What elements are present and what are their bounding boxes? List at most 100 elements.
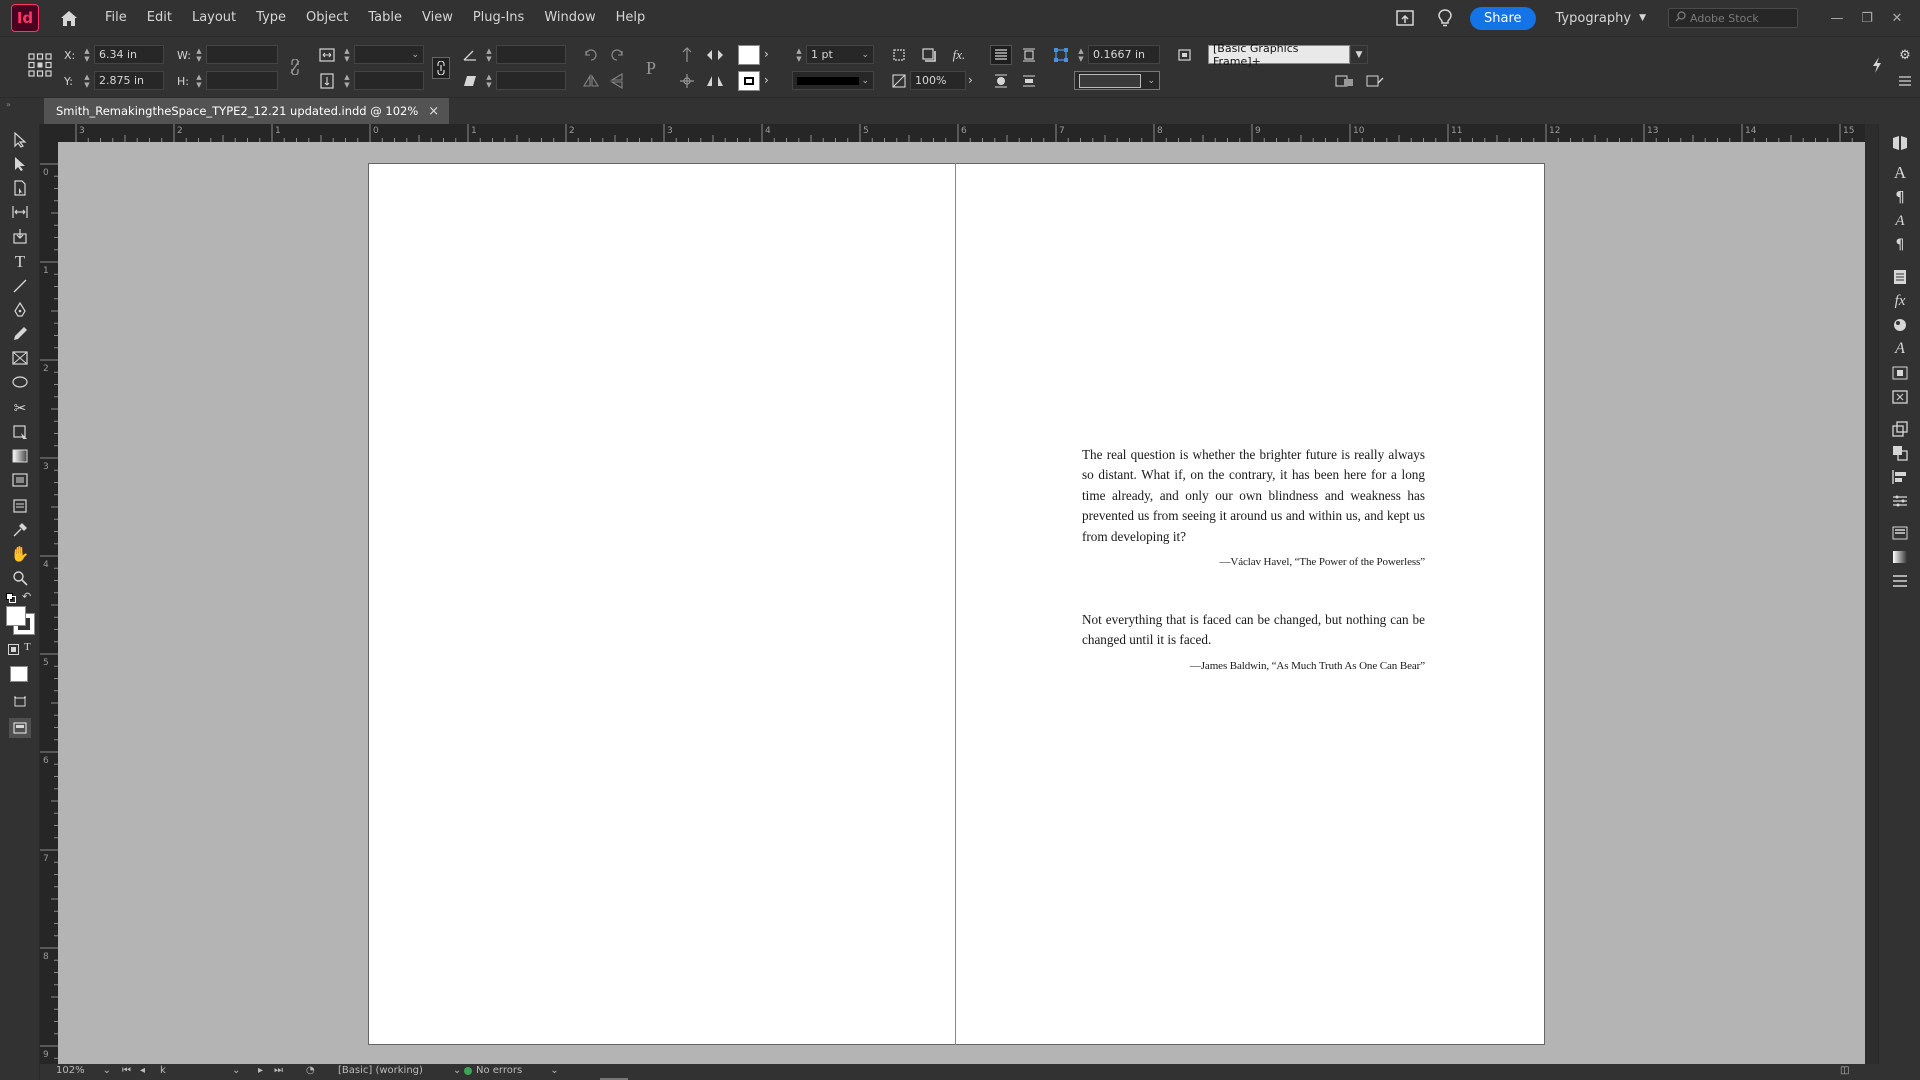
home-icon[interactable] xyxy=(57,6,81,30)
selection-tool-icon[interactable] xyxy=(10,130,30,150)
clear-non-style-icon[interactable] xyxy=(1364,71,1386,91)
open-document-icon[interactable]: ◔ xyxy=(306,1065,315,1076)
select-previous-object-icon[interactable] xyxy=(704,45,726,65)
cc-libraries-icon[interactable] xyxy=(1889,132,1911,154)
text-wrap-bbox-icon[interactable] xyxy=(1018,45,1040,65)
text-wrap-none-icon[interactable] xyxy=(990,45,1012,65)
pages-panel-icon[interactable] xyxy=(1889,266,1911,288)
paragraph-panel-icon[interactable]: ¶ xyxy=(1889,186,1911,208)
formatting-text-icon[interactable]: T xyxy=(24,641,31,653)
h-field[interactable] xyxy=(206,71,278,90)
next-page-icon[interactable]: ▸ xyxy=(258,1065,263,1076)
scale-y-field[interactable] xyxy=(354,71,424,90)
w-field[interactable] xyxy=(206,45,278,64)
vertical-ruler[interactable]: 0 1 2 3 4 5 6 7 8 9 xyxy=(40,124,58,1064)
stroke-menu-arrow-icon[interactable]: › xyxy=(764,73,769,87)
effects-panel-icon[interactable]: fx xyxy=(1889,290,1911,312)
opacity-field[interactable]: 100% xyxy=(910,71,966,90)
corner-shape-field[interactable]: ⌄ xyxy=(1074,71,1160,90)
align-panel-icon[interactable] xyxy=(1889,466,1911,488)
x-field[interactable]: 6.34 in xyxy=(94,45,164,64)
preflight-profile-control[interactable]: [Basic] (working) ⌄ xyxy=(338,1065,461,1076)
text-wrap-shape-icon[interactable] xyxy=(990,71,1012,91)
page-spread[interactable] xyxy=(368,163,1545,1045)
fitting-frame-icon[interactable] xyxy=(888,45,910,65)
split-layout-icon[interactable]: ◫ xyxy=(1840,1065,1849,1076)
menu-plugins[interactable]: Plug-Ins xyxy=(463,0,534,36)
gradient-panel-icon[interactable] xyxy=(1889,546,1911,568)
screen-mode-preview-icon[interactable] xyxy=(9,718,31,738)
object-style-chevron[interactable]: ▼ xyxy=(1350,45,1368,64)
last-page-icon[interactable]: ⏭ xyxy=(274,1065,283,1076)
stroke-weight-field[interactable]: 1 pt ⌄ xyxy=(806,45,874,64)
object-style-icon[interactable] xyxy=(1174,45,1196,65)
rotate-ccw-icon[interactable] xyxy=(606,45,628,65)
pencil-tool-icon[interactable] xyxy=(10,324,30,344)
character-styles-icon[interactable]: A xyxy=(1889,210,1911,232)
workspace-switcher[interactable]: Typography ▼ xyxy=(1556,11,1646,26)
menu-table[interactable]: Table xyxy=(358,0,412,36)
w-stepper[interactable]: ▲ ▼ xyxy=(194,45,204,64)
document-tab[interactable]: Smith_RemakingtheSpace_TYPE2_12.21 updat… xyxy=(44,98,450,124)
rectangle-frame-tool-icon[interactable] xyxy=(10,348,30,368)
glyphs-panel-icon[interactable]: A xyxy=(1889,338,1911,360)
object-style-dropdown[interactable]: [Basic Graphics Frame]+ xyxy=(1208,42,1350,68)
menu-object[interactable]: Object xyxy=(296,0,358,36)
more-panels-icon[interactable] xyxy=(1889,570,1911,592)
constrain-proportions-icon[interactable] xyxy=(284,57,306,77)
quote-block-2[interactable]: Not everything that is faced can be chan… xyxy=(1082,610,1425,673)
paragraph-styles-icon[interactable]: ¶ xyxy=(1889,234,1911,256)
menu-layout[interactable]: Layout xyxy=(182,0,246,36)
minimize-icon[interactable]: — xyxy=(1822,11,1852,26)
close-window-icon[interactable]: ✕ xyxy=(1882,11,1912,26)
drop-shadow-icon[interactable] xyxy=(918,45,940,65)
eyedropper-tool-icon[interactable] xyxy=(10,520,30,540)
menu-window[interactable]: Window xyxy=(534,0,605,36)
rotate-cw-icon[interactable] xyxy=(580,45,602,65)
restore-icon[interactable]: ❐ xyxy=(1852,11,1882,26)
preflight-status[interactable]: No errors ⌄ xyxy=(464,1065,559,1076)
y-stepper[interactable]: ▲ ▼ xyxy=(82,71,92,90)
note-tool-icon[interactable] xyxy=(10,496,30,516)
hand-tool-icon[interactable]: ✋ xyxy=(10,544,30,564)
content-collector-icon[interactable] xyxy=(10,226,30,246)
collapse-arrows-icon[interactable]: » xyxy=(6,100,11,109)
y-field[interactable]: 2.875 in xyxy=(94,71,164,90)
quote-block-1[interactable]: The real question is whether the brighte… xyxy=(1082,445,1425,569)
hamburger-menu-icon[interactable] xyxy=(1894,71,1916,91)
quote-2-text[interactable]: Not everything that is faced can be chan… xyxy=(1082,610,1425,651)
free-transform-tool-icon[interactable] xyxy=(10,422,30,442)
rotation-stepper[interactable]: ▲ ▼ xyxy=(484,45,494,64)
stroke-panel-icon[interactable] xyxy=(1889,522,1911,544)
fill-proxy[interactable] xyxy=(6,606,26,626)
rotation-angle-icon[interactable] xyxy=(459,45,481,65)
fill-menu-arrow-icon[interactable]: › xyxy=(764,47,769,61)
character-panel-icon[interactable]: A xyxy=(1889,162,1911,184)
zoom-level-control[interactable]: 102% ⌄ xyxy=(56,1065,111,1076)
share-button[interactable]: Share xyxy=(1470,6,1536,30)
previous-page-icon[interactable]: ◂ xyxy=(140,1065,145,1076)
swap-fill-stroke-icon[interactable]: ↶ xyxy=(22,590,31,603)
quote-1-attribution[interactable]: —Václav Havel, “The Power of the Powerle… xyxy=(1082,555,1425,569)
links-panel-icon[interactable] xyxy=(1889,386,1911,408)
scale-y-stepper[interactable]: ▲ ▼ xyxy=(342,71,352,90)
pen-tool-icon[interactable] xyxy=(10,300,30,320)
select-next-object-icon[interactable] xyxy=(704,71,726,91)
reference-point-icon[interactable] xyxy=(26,51,54,79)
select-container-icon[interactable] xyxy=(676,45,698,65)
effects-fx-icon[interactable]: fx. xyxy=(948,45,970,65)
type-tool-icon[interactable]: T xyxy=(10,252,30,272)
quick-actions-lightning-icon[interactable] xyxy=(1866,55,1888,75)
scale-x-icon[interactable] xyxy=(316,45,338,65)
x-stepper[interactable]: ▲ ▼ xyxy=(82,45,92,64)
text-wrap-panel-icon[interactable] xyxy=(1889,362,1911,384)
menu-edit[interactable]: Edit xyxy=(137,0,182,36)
constrain-scale-link-icon[interactable] xyxy=(432,57,450,79)
corner-options-icon[interactable] xyxy=(1050,45,1072,65)
scale-y-icon[interactable] xyxy=(316,71,338,91)
select-content-icon[interactable] xyxy=(676,71,698,91)
pasteboard[interactable]: The real question is whether the brighte… xyxy=(58,142,1865,1064)
publish-online-icon[interactable] xyxy=(1394,8,1416,28)
stroke-swatch[interactable] xyxy=(738,71,760,91)
default-fill-stroke-icon[interactable] xyxy=(6,593,16,603)
